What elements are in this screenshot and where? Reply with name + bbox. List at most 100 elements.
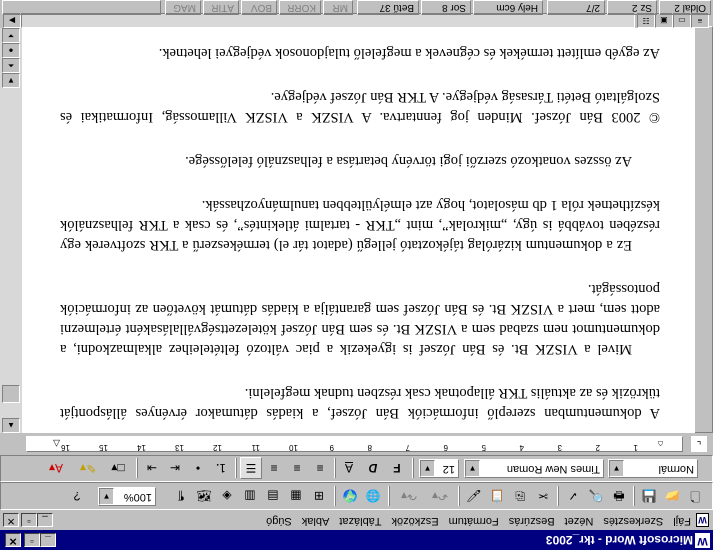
insert-table-icon[interactable]: ▦ <box>285 485 307 507</box>
open-folder-icon[interactable]: 📂 <box>661 485 683 507</box>
highlight-icon[interactable]: ✎▾ <box>74 457 102 479</box>
previous-page-icon[interactable]: ⏶ <box>2 58 20 73</box>
menu-format[interactable]: Formátum <box>449 515 499 527</box>
status-mode-language[interactable]: MAG <box>165 0 201 15</box>
drawing-icon[interactable]: ◈ <box>216 485 238 507</box>
format-painter-icon[interactable]: 🖌 <box>463 485 485 507</box>
ruler-tick-label: 11 <box>251 443 260 452</box>
bullets-icon[interactable]: • <box>187 457 209 479</box>
scroll-right-arrow-icon[interactable]: ▶ <box>3 13 21 28</box>
decrease-indent-icon[interactable]: ⇤ <box>164 457 186 479</box>
insert-excel-icon[interactable]: ▤ <box>262 485 284 507</box>
chevron-down-icon[interactable]: ▼ <box>420 460 435 477</box>
increase-indent-icon[interactable]: ⇥ <box>141 457 163 479</box>
status-mode-extend[interactable]: BOV <box>241 0 277 15</box>
print-preview-icon[interactable]: 🔍 <box>585 485 607 507</box>
zoom-select[interactable]: 100% ▼ <box>98 487 156 506</box>
scroll-down-arrow-icon[interactable]: ▼ <box>2 73 20 88</box>
align-right-icon[interactable]: ≡ <box>263 457 285 479</box>
document-paragraph[interactable]: © 2003 Bán József. Minden jog fenntartva… <box>60 87 660 127</box>
new-document-icon[interactable]: 🗋 <box>684 485 706 507</box>
web-toolbar-icon[interactable]: 🌍 <box>339 485 361 507</box>
tables-borders-icon[interactable]: ⊞ <box>308 485 330 507</box>
columns-icon[interactable]: ▥ <box>239 485 261 507</box>
style-select[interactable]: Normál ▼ <box>608 459 698 478</box>
ruler-track[interactable] <box>26 436 683 452</box>
horizontal-scrollbar[interactable] <box>21 13 635 28</box>
doc-close-button[interactable]: ✕ <box>3 513 19 527</box>
justify-icon[interactable]: ☰ <box>240 457 262 479</box>
cut-icon[interactable]: ✂ <box>532 485 554 507</box>
save-icon[interactable]: 💾 <box>638 485 660 507</box>
doc-restore-button[interactable]: ▫ <box>21 513 37 527</box>
menu-file[interactable]: Fájl <box>673 515 691 527</box>
close-button[interactable]: ✕ <box>5 533 21 547</box>
document-paragraph[interactable]: Az összes vonatkozó szerzői jogi törvény… <box>60 151 660 171</box>
status-section: Sz 2 <box>607 0 657 15</box>
scroll-up-arrow-icon[interactable]: ▲ <box>2 418 20 433</box>
tab-stop-selector[interactable]: ⌞ <box>691 436 707 452</box>
borders-icon[interactable]: □▾ <box>104 457 132 479</box>
redo-icon[interactable]: ↷▾ <box>394 485 424 507</box>
vertical-scrollbar[interactable]: ▲ ▼ ⏶ ● ⏷ <box>0 28 22 433</box>
chevron-down-icon[interactable]: ▼ <box>609 460 624 477</box>
document-page[interactable]: A dokumentumban szereplő információk Bán… <box>22 28 695 433</box>
indent-marker[interactable]: ⌂ <box>656 439 665 450</box>
numbering-icon[interactable]: ⒈ <box>210 457 232 479</box>
status-mode-macro[interactable]: MR <box>323 0 353 15</box>
menu-table[interactable]: Táblázat <box>339 515 381 527</box>
spelling-icon[interactable]: ✓ <box>562 485 584 507</box>
document-paragraph[interactable]: Az egyéb említett termékek és cégnevek a… <box>60 43 660 63</box>
bold-button[interactable]: F <box>386 457 408 479</box>
italic-button[interactable]: D <box>362 457 384 479</box>
right-indent-marker[interactable]: △ <box>52 439 61 450</box>
outline-view-icon[interactable]: ☷ <box>637 13 655 28</box>
document-icon[interactable]: W <box>696 513 709 527</box>
hyperlink-icon[interactable]: 🌐 <box>362 485 384 507</box>
print-layout-icon[interactable]: ▣ <box>655 13 673 28</box>
doc-minimize-button[interactable]: _ <box>37 513 53 527</box>
underline-button[interactable]: A <box>338 457 360 479</box>
undo-icon[interactable]: ↶▾ <box>425 485 455 507</box>
browse-object-icon[interactable]: ● <box>2 43 20 58</box>
document-map-icon[interactable]: 🗺 <box>193 485 215 507</box>
normal-view-icon[interactable]: ≡ <box>691 13 709 28</box>
web-layout-icon[interactable]: ▭ <box>673 13 691 28</box>
align-center-icon[interactable]: ≡ <box>286 457 308 479</box>
scroll-thumb[interactable] <box>2 385 20 403</box>
next-page-icon[interactable]: ⏷ <box>2 28 20 43</box>
menu-edit[interactable]: Szerkesztés <box>603 515 663 527</box>
maximize-button[interactable]: ▫ <box>24 533 40 547</box>
ruler-tick-label: 15 <box>99 443 108 452</box>
status-mode-track[interactable]: KORR <box>279 0 321 15</box>
chevron-down-icon[interactable]: ▼ <box>465 460 480 477</box>
ruler-tick-label: 12 <box>213 443 222 452</box>
minimize-button[interactable]: _ <box>40 533 56 547</box>
document-paragraph[interactable]: Ez a dokumentum kizárólag tájékoztató je… <box>60 195 660 255</box>
chevron-down-icon[interactable]: ▼ <box>99 488 114 505</box>
toolbar-separator <box>388 486 390 506</box>
copy-icon[interactable]: ⎘ <box>509 485 531 507</box>
document-paragraph[interactable]: A dokumentumban szereplő információk Bán… <box>60 383 660 423</box>
font-size-select[interactable]: 12 ▼ <box>419 459 459 478</box>
horizontal-ruler[interactable]: ⌞ 1 2 3 4 5 6 7 8 9 10 11 12 13 14 15 16… <box>0 433 713 455</box>
show-hide-icon[interactable]: ¶ <box>170 485 192 507</box>
font-color-icon[interactable]: A▾ <box>42 457 70 479</box>
menu-window[interactable]: Ablak <box>302 515 330 527</box>
print-icon[interactable]: 🖶 <box>608 485 630 507</box>
document-area: A dokumentumban szereplő információk Bán… <box>0 26 713 433</box>
menu-tools[interactable]: Eszközök <box>392 515 439 527</box>
office-assistant-icon[interactable]: ? <box>66 485 88 507</box>
align-left-icon[interactable]: ≡ <box>309 457 331 479</box>
status-mode-overtype[interactable]: ÁTÍR <box>203 0 239 15</box>
font-select[interactable]: Times New Roman ▼ <box>464 459 604 478</box>
view-bar: ≡ ▭ ▣ ☷ ▶ <box>0 13 713 28</box>
menu-help[interactable]: Súgó <box>266 515 292 527</box>
menu-insert[interactable]: Beszúrás <box>509 515 555 527</box>
document-paragraph[interactable]: Mivel a VISZK Bt. és Bán József is igyek… <box>60 279 660 359</box>
vertical-ruler[interactable] <box>693 26 713 433</box>
menu-view[interactable]: Nézet <box>565 515 594 527</box>
word-app-icon[interactable]: W <box>695 533 710 548</box>
status-column: Betű 37 <box>357 0 419 15</box>
paste-icon[interactable]: 📋 <box>486 485 508 507</box>
